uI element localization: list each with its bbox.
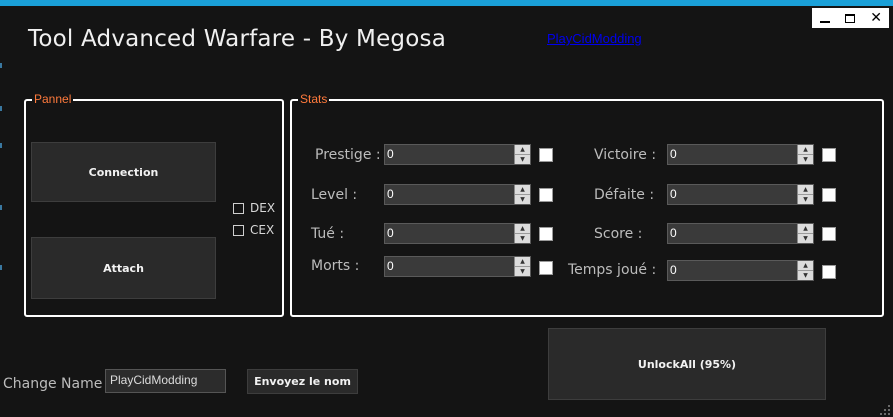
spin-down-icon[interactable]: ▼ (798, 234, 813, 243)
spin-up-icon[interactable]: ▲ (515, 145, 530, 155)
window-controls: ✕ (812, 8, 889, 28)
attach-button[interactable]: Attach (31, 237, 216, 299)
stat-checkbox-temps-joue[interactable] (822, 265, 836, 279)
stat-label-defaite: Défaite : (594, 187, 655, 203)
stat-checkbox-score[interactable] (822, 227, 836, 241)
change-name-label: Change Name (3, 376, 103, 392)
stat-value: 0 (670, 147, 677, 161)
spin-down-icon[interactable]: ▼ (798, 195, 813, 204)
stat-label-score: Score : (594, 226, 643, 242)
spin-down-icon[interactable]: ▼ (798, 271, 813, 280)
stat-checkbox-victoire[interactable] (822, 148, 836, 162)
pannel-legend: Pannel (32, 92, 74, 106)
spin-up-icon[interactable]: ▲ (798, 224, 813, 234)
maximize-button[interactable] (841, 13, 859, 23)
close-icon: ✕ (870, 10, 882, 26)
spin-up-icon[interactable]: ▲ (515, 224, 530, 234)
cex-checkbox-box[interactable] (233, 224, 244, 236)
change-name-input[interactable]: PlayCidModding (105, 369, 226, 393)
spin-up-icon[interactable]: ▲ (798, 145, 813, 155)
stats-group: Stats (290, 92, 884, 317)
stat-label-morts: Morts : (311, 258, 360, 274)
stat-value: 0 (670, 226, 677, 240)
stat-input-defaite[interactable]: 0 ▲ ▼ (667, 184, 814, 205)
stat-input-level[interactable]: 0 ▲ ▼ (384, 184, 531, 205)
stat-input-morts[interactable]: 0 ▲ ▼ (384, 256, 531, 277)
stat-label-prestige: Prestige : (315, 147, 381, 163)
stat-input-temps-joue[interactable]: 0 ▲ ▼ (667, 260, 814, 281)
stat-checkbox-morts[interactable] (539, 261, 553, 275)
unlock-all-button[interactable]: UnlockAll (95%) (548, 328, 826, 400)
stat-checkbox-prestige[interactable] (539, 148, 553, 162)
stat-value: 0 (387, 187, 394, 201)
spin-up-icon[interactable]: ▲ (515, 185, 530, 195)
stat-input-score[interactable]: 0 ▲ ▼ (667, 223, 814, 244)
spin-down-icon[interactable]: ▼ (515, 155, 530, 164)
dex-checkbox[interactable]: DEX (233, 201, 275, 215)
stat-value: 0 (387, 259, 394, 273)
stat-label-tue: Tué : (311, 226, 345, 242)
stat-label-level: Level : (311, 187, 358, 203)
close-button[interactable]: ✕ (867, 10, 885, 26)
spin-up-icon[interactable]: ▲ (798, 261, 813, 271)
dex-checkbox-label: DEX (250, 201, 276, 215)
stat-checkbox-defaite[interactable] (822, 188, 836, 202)
spin-up-icon[interactable]: ▲ (798, 185, 813, 195)
spin-up-icon[interactable]: ▲ (515, 257, 530, 267)
spin-down-icon[interactable]: ▼ (798, 155, 813, 164)
stat-label-temps-joue: Temps joué : (568, 262, 657, 278)
send-name-button[interactable]: Envoyez le nom (247, 369, 358, 394)
stat-checkbox-level[interactable] (539, 188, 553, 202)
stat-value: 0 (387, 226, 394, 240)
spin-down-icon[interactable]: ▼ (515, 267, 530, 276)
stat-value: 0 (387, 147, 394, 161)
stat-input-prestige[interactable]: 0 ▲ ▼ (384, 144, 531, 165)
playcidmodding-link[interactable]: PlayCidModding (547, 31, 642, 46)
stats-legend: Stats (298, 92, 330, 106)
stat-checkbox-tue[interactable] (539, 227, 553, 241)
resize-grip-icon[interactable] (880, 405, 890, 415)
dex-checkbox-box[interactable] (233, 202, 244, 214)
stat-input-victoire[interactable]: 0 ▲ ▼ (667, 144, 814, 165)
minimize-icon (819, 21, 830, 23)
stat-value: 0 (670, 263, 677, 277)
cex-checkbox-label: CEX (250, 223, 275, 237)
maximize-icon (845, 13, 856, 23)
stat-value: 0 (670, 187, 677, 201)
connection-button[interactable]: Connection (31, 142, 216, 202)
stat-input-tue[interactable]: 0 ▲ ▼ (384, 223, 531, 244)
stat-label-victoire: Victoire : (594, 147, 657, 163)
cex-checkbox[interactable]: CEX (233, 223, 274, 237)
spin-down-icon[interactable]: ▼ (515, 234, 530, 243)
window-accent-bar (0, 0, 893, 6)
window-title: Tool Advanced Warfare - By Megosa (28, 26, 446, 52)
spin-down-icon[interactable]: ▼ (515, 195, 530, 204)
minimize-button[interactable] (816, 13, 834, 23)
